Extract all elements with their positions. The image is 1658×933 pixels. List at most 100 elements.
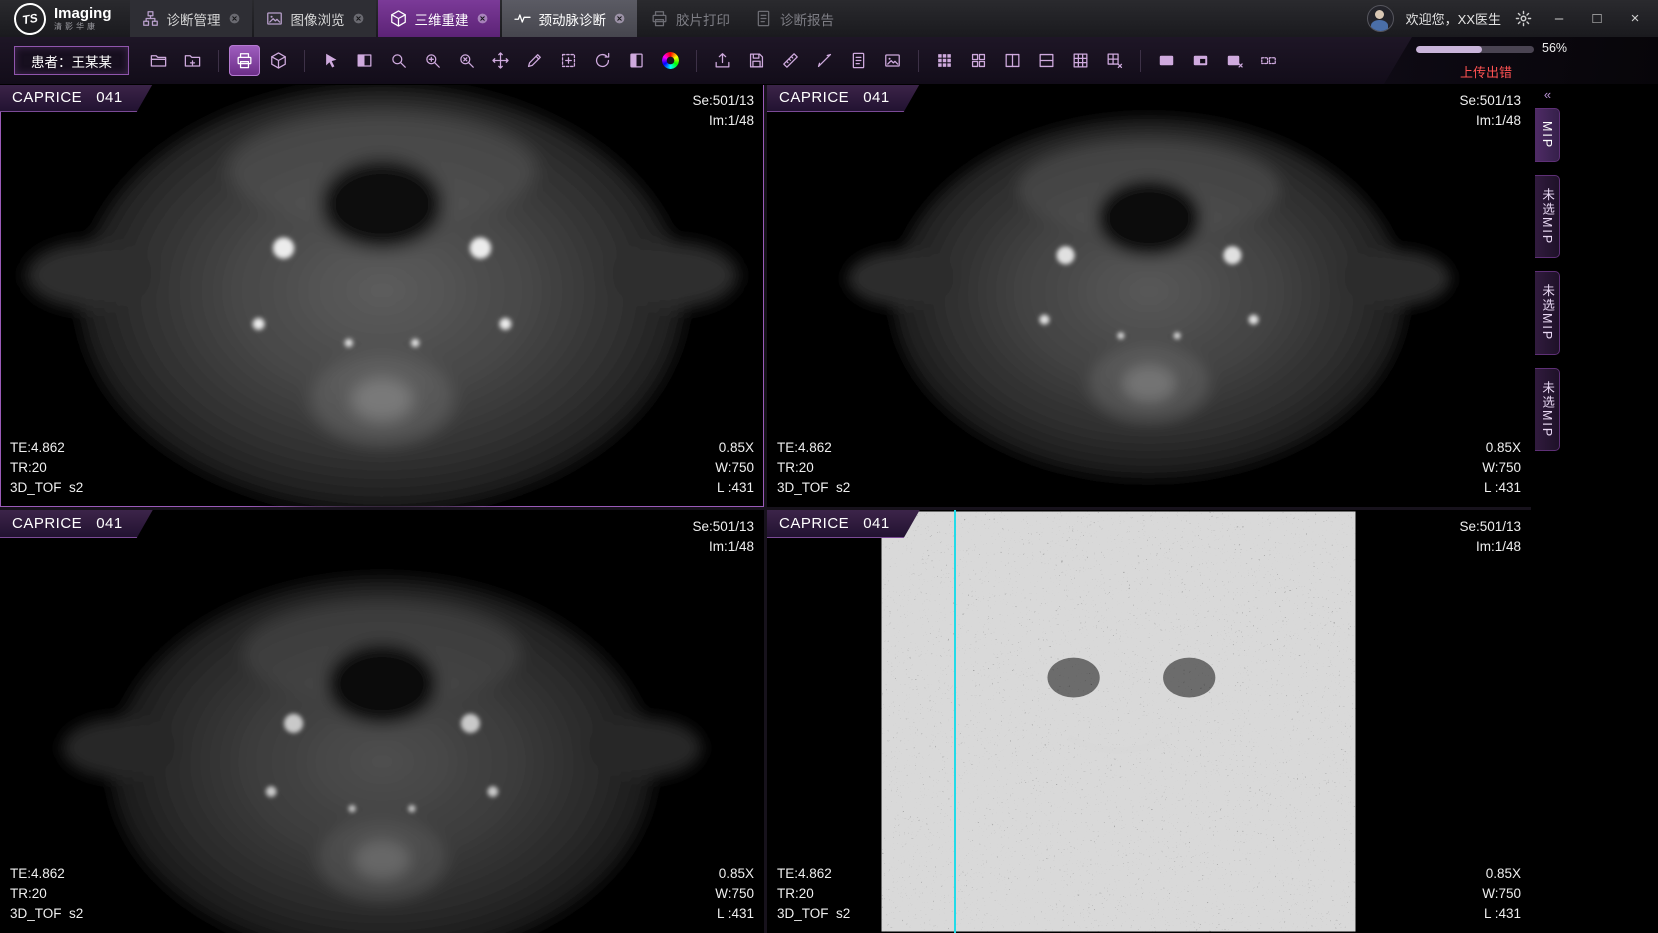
print-icon[interactable]	[229, 45, 260, 76]
logo-text: Imaging 清影华康	[54, 6, 112, 32]
tr-text: TR:20	[10, 458, 83, 478]
tab-image-browse[interactable]: 图像浏览	[254, 0, 376, 37]
rotate-icon[interactable]	[587, 45, 618, 76]
mip-tab-2[interactable]: 未选MIP	[1535, 175, 1560, 258]
close-tab-icon[interactable]	[352, 12, 365, 25]
layout-close-icon[interactable]	[1219, 45, 1250, 76]
measure-length-icon[interactable]	[775, 45, 806, 76]
mip-tab-4[interactable]: 未选MIP	[1535, 368, 1560, 451]
logo-title: Imaging	[54, 6, 112, 21]
title-bar-right: 欢迎您，XX医生 – □ ×	[1367, 0, 1658, 37]
tab-carotid-diagnosis[interactable]: 颈动脉诊断	[502, 0, 638, 37]
window-level-icon[interactable]	[621, 45, 652, 76]
search-icon[interactable]	[383, 45, 414, 76]
volume-3d-icon[interactable]	[263, 45, 294, 76]
tab-film-print[interactable]: 胶片打印	[639, 0, 741, 37]
printer-icon	[650, 9, 669, 28]
layout-single-icon[interactable]	[1151, 45, 1182, 76]
close-tab-icon[interactable]	[476, 12, 489, 25]
image-number-text: Im:1/48	[692, 111, 754, 131]
report-document-icon[interactable]	[843, 45, 874, 76]
series-label-tab[interactable]: CAPRICE 041	[767, 84, 920, 112]
viewport[interactable]: CAPRICE 041 Se:501/13 Im:1/48 TE:4.862 T…	[0, 510, 764, 933]
viewport-overlay-top-right: Se:501/13 Im:1/48	[1459, 91, 1521, 131]
tab-3d-reconstruction[interactable]: 三维重建	[378, 0, 500, 37]
viewport-overlay-bottom-right: 0.85X W:750 L :431	[715, 438, 754, 498]
zoom-factor-text: 0.85X	[1482, 438, 1521, 458]
split-rows-icon[interactable]	[1031, 45, 1062, 76]
te-text: TE:4.862	[10, 438, 83, 458]
close-button[interactable]: ×	[1622, 6, 1648, 32]
settings-gear-icon[interactable]	[1513, 8, 1534, 29]
add-study-icon[interactable]	[177, 45, 208, 76]
series-label-tab[interactable]: CAPRICE 041	[0, 510, 153, 538]
tr-text: TR:20	[10, 884, 83, 904]
series-number: 041	[863, 515, 890, 532]
save-icon[interactable]	[741, 45, 772, 76]
cursor-icon[interactable]	[315, 45, 346, 76]
series-name: CAPRICE	[779, 89, 849, 106]
tab-label: 颈动脉诊断	[539, 9, 607, 29]
image-number-text: Im:1/48	[1459, 111, 1521, 131]
tab-diagnosis-report[interactable]: 诊断报告	[743, 0, 845, 37]
viewport-overlay-bottom-right: 0.85X W:750 L :431	[1482, 864, 1521, 924]
pseudo-color-icon[interactable]	[655, 45, 686, 76]
viewport[interactable]: CAPRICE 041 Se:501/13 Im:1/48 TE:4.862 T…	[0, 84, 764, 507]
series-info-text: Se:501/13	[1459, 91, 1521, 111]
tab-label: 图像浏览	[291, 9, 345, 29]
series-info-text: Se:501/13	[692, 517, 754, 537]
zoom-reset-icon[interactable]	[451, 45, 482, 76]
zoom-in-icon[interactable]	[417, 45, 448, 76]
layout-inset-icon[interactable]	[1185, 45, 1216, 76]
upload-progress-percent: 56%	[1542, 41, 1567, 55]
grid-3x3-icon[interactable]	[1065, 45, 1096, 76]
patient-name-box[interactable]: 患者：王某某	[14, 46, 129, 75]
zoom-factor-text: 0.85X	[715, 438, 754, 458]
film-layout-icon[interactable]	[1253, 45, 1284, 76]
doc-icon	[754, 9, 773, 28]
mip-tab-list: MIP 未选MIP 未选MIP 未选MIP	[1535, 108, 1560, 451]
collapse-panel-button[interactable]: «	[1535, 87, 1560, 108]
window-width-text: W:750	[1482, 458, 1521, 478]
series-label-tab[interactable]: CAPRICE 041	[767, 510, 920, 538]
pan-icon[interactable]	[485, 45, 516, 76]
series-label-tab[interactable]: CAPRICE 041	[0, 84, 153, 112]
roi-select-icon[interactable]	[553, 45, 584, 76]
viewport-overlay-bottom-left: TE:4.862 TR:20 3D_TOF s2	[777, 864, 850, 924]
zoom-factor-text: 0.85X	[1482, 864, 1521, 884]
tr-text: TR:20	[777, 458, 850, 478]
series-info-text: Se:501/13	[1459, 517, 1521, 537]
cube-icon	[389, 9, 408, 28]
viewport-overlay-bottom-right: 0.85X W:750 L :431	[715, 864, 754, 924]
measure-angle-icon[interactable]	[809, 45, 840, 76]
viewport-overlay-bottom-left: TE:4.862 TR:20 3D_TOF s2	[10, 864, 83, 924]
logo-subtitle: 清影华康	[54, 21, 112, 32]
welcome-text: 欢迎您，XX医生	[1406, 9, 1501, 28]
grid-2x2-icon[interactable]	[963, 45, 994, 76]
mip-tab-3[interactable]: 未选MIP	[1535, 271, 1560, 354]
minimize-button[interactable]: –	[1546, 6, 1572, 32]
key-image-icon[interactable]	[877, 45, 908, 76]
split-view-icon[interactable]	[349, 45, 380, 76]
grid-all-icon[interactable]	[929, 45, 960, 76]
sequence-text: 3D_TOF s2	[777, 478, 850, 498]
open-study-icon[interactable]	[143, 45, 174, 76]
close-tab-icon[interactable]	[228, 12, 241, 25]
mip-tab-1[interactable]: MIP	[1535, 108, 1560, 162]
viewport[interactable]: CAPRICE 041 Se:501/13 Im:1/48 TE:4.862 T…	[767, 84, 1531, 507]
patient-label: 患者：王某某	[31, 51, 112, 71]
tab-diagnosis-management[interactable]: 诊断管理	[130, 0, 252, 37]
maximize-button[interactable]: □	[1584, 6, 1610, 32]
upload-icon[interactable]	[707, 45, 738, 76]
close-tab-icon[interactable]	[613, 12, 626, 25]
window-level-text: L :431	[1482, 478, 1521, 498]
series-name: CAPRICE	[12, 89, 82, 106]
annotate-pencil-icon[interactable]	[519, 45, 550, 76]
viewport-overlay-top-right: Se:501/13 Im:1/48	[1459, 517, 1521, 557]
split-columns-icon[interactable]	[997, 45, 1028, 76]
user-avatar[interactable]	[1367, 5, 1394, 32]
cross-reference-line	[954, 510, 956, 933]
viewport-overlay-bottom-right: 0.85X W:750 L :431	[1482, 438, 1521, 498]
grid-close-icon[interactable]	[1099, 45, 1130, 76]
viewport[interactable]: CAPRICE 041 Se:501/13 Im:1/48 TE:4.862 T…	[767, 510, 1531, 933]
